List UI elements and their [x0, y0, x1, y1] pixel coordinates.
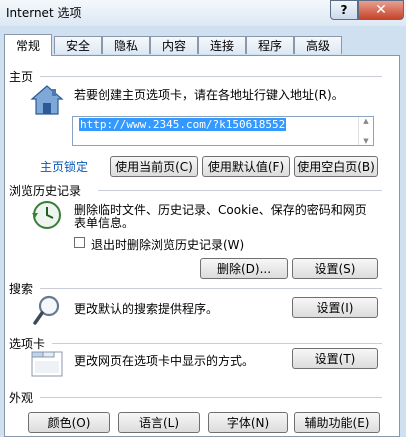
fonts-button[interactable]: 字体(N): [208, 412, 288, 433]
house-icon: [30, 84, 64, 119]
use-blank-button[interactable]: 使用空白页(B): [294, 156, 378, 177]
appearance-divider: [40, 397, 382, 398]
tab-connections[interactable]: 连接: [198, 36, 246, 54]
colors-button[interactable]: 颜色(O): [28, 412, 110, 433]
help-button[interactable]: ?: [330, 0, 358, 20]
delete-history-button[interactable]: 删除(D)...: [200, 258, 288, 279]
home-section-label: 主页: [9, 70, 34, 84]
tabs-settings-button[interactable]: 设置(T): [292, 348, 378, 369]
tab-content[interactable]: 内容: [150, 36, 198, 54]
tab-programs[interactable]: 程序: [246, 36, 294, 54]
delete-on-exit-checkbox[interactable]: [74, 237, 85, 248]
languages-button[interactable]: 语言(L): [118, 412, 200, 433]
title-bar[interactable]: Internet 选项 ? ✕: [0, 0, 406, 26]
history-description-line2: 表单信息。: [74, 216, 135, 230]
tab-security[interactable]: 安全: [54, 36, 102, 54]
url-field-scrollbar[interactable]: ▲ ▼: [358, 117, 373, 145]
home-divider: [40, 76, 382, 77]
tabs-divider: [52, 343, 382, 344]
tab-privacy[interactable]: 隐私: [102, 36, 150, 54]
search-divider: [40, 288, 382, 289]
accessibility-button[interactable]: 辅助功能(E): [294, 412, 380, 433]
delete-on-exit-label[interactable]: 退出时删除浏览历史记录(W): [91, 236, 244, 253]
help-icon: ?: [340, 3, 348, 17]
search-section-label: 搜索: [9, 282, 34, 296]
search-description: 更改默认的搜索提供程序。: [74, 302, 219, 316]
home-description: 若要创建主页选项卡，请在各地址行键入地址(R)。: [74, 88, 344, 102]
use-default-button[interactable]: 使用默认值(F): [202, 156, 290, 177]
use-current-button[interactable]: 使用当前页(C): [110, 156, 198, 177]
tab-advanced[interactable]: 高级: [294, 36, 342, 54]
search-settings-button[interactable]: 设置(I): [292, 297, 378, 318]
history-settings-button[interactable]: 设置(S): [292, 258, 378, 279]
tab-window-icon: [30, 346, 64, 381]
tab-general[interactable]: 常规: [4, 34, 52, 56]
home-page-url-field[interactable]: http://www.2345.com/?k150618552 ▲ ▼: [72, 116, 374, 146]
window-title: Internet 选项: [6, 6, 82, 20]
close-icon: ✕: [375, 2, 387, 18]
home-page-locked-link[interactable]: 主页锁定: [40, 158, 88, 175]
internet-options-window: Internet 选项 ? ✕ 常规 安全 隐私 内容 连接 程序 高级 主页 …: [0, 0, 406, 437]
history-section-label: 浏览历史记录: [9, 184, 82, 198]
history-divider: [98, 190, 382, 191]
home-page-url-value: http://www.2345.com/?k150618552: [79, 118, 287, 131]
close-button[interactable]: ✕: [358, 0, 404, 20]
scroll-down-icon[interactable]: ▼: [363, 137, 368, 145]
magnifier-icon: [32, 295, 62, 330]
history-clock-icon: [30, 199, 64, 234]
tabs-description: 更改网页在选项卡中显示的方式。: [74, 354, 255, 368]
appearance-section-label: 外观: [9, 391, 34, 405]
scroll-up-icon[interactable]: ▲: [363, 117, 368, 125]
